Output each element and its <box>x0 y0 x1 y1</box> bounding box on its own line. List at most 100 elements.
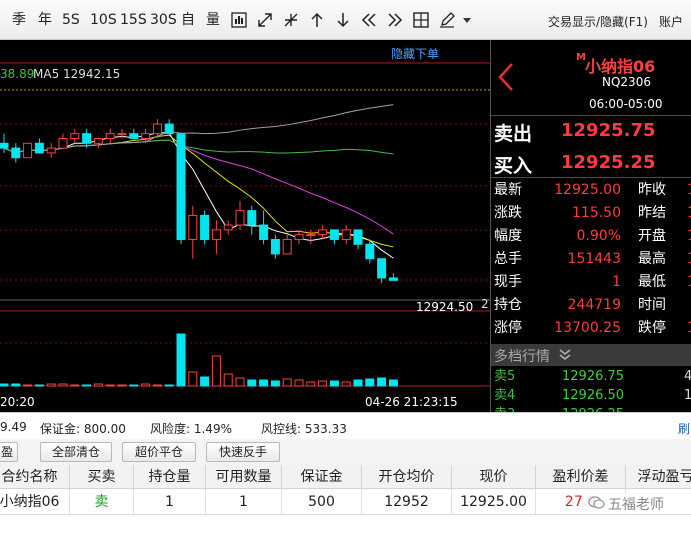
quote-row-label2: 最高 <box>638 251 666 267</box>
volume-bar <box>235 377 245 387</box>
shrink-icon[interactable] <box>282 11 300 29</box>
back-arrow-icon[interactable] <box>497 62 515 92</box>
arrow-down-icon[interactable] <box>334 11 352 29</box>
candle-up <box>282 238 292 255</box>
volume-bar <box>259 379 269 387</box>
trade-toggle-button[interactable]: 交易显示/隐藏(F1) <box>548 13 648 30</box>
quote-row-label2: 昨收 <box>638 182 666 198</box>
candle-up <box>23 142 33 159</box>
column-header[interactable]: 合约名称 <box>0 465 70 489</box>
depth-row-price: 12926.25 <box>562 405 624 412</box>
account-button[interactable]: 账户 <box>659 13 683 30</box>
candle-down <box>34 142 44 154</box>
column-header[interactable]: 持仓量 <box>134 465 206 489</box>
candle-up <box>93 137 103 144</box>
period-custom-button[interactable]: 自 <box>181 11 195 29</box>
quote-row: 涨停 13700.25 跌停 1 <box>491 317 691 340</box>
column-header[interactable]: 浮动盈亏 <box>626 465 691 489</box>
quote-row-value2: 1 <box>687 225 691 248</box>
column-header[interactable]: 开仓均价 <box>362 465 452 489</box>
column-header[interactable]: 保证金 <box>282 465 362 489</box>
column-header[interactable]: 现价 <box>452 465 536 489</box>
quote-row-label: 总手 <box>494 251 522 267</box>
column-header[interactable]: 可用数量 <box>206 465 282 489</box>
quote-divider <box>491 115 691 116</box>
volume-bar <box>294 379 304 387</box>
volume-bar <box>306 381 316 387</box>
volume-bar <box>211 355 221 387</box>
candle-down <box>377 258 387 279</box>
account-status-bar: 9.49 保证金: 800.00 风险度: 1.49% 风控线: 533.33 … <box>0 412 691 439</box>
volume-bar <box>152 384 162 387</box>
margin-label: 保证金: 800.00 <box>40 422 126 436</box>
quote-row-label: 涨停 <box>494 320 522 336</box>
depth-row[interactable]: 卖4 12926.50 1 <box>491 386 691 405</box>
positions-table: 合约名称 买卖 持仓量 可用数量 保证金 开仓均价 现价 盈利价差 浮动盈亏 小纳指06 卖 1 1 5… <box>0 465 691 535</box>
trading-window: 季 年 5S 10S 15S 30S 自 量 交易显示/隐藏(F1) 账户 隐藏… <box>0 0 691 535</box>
quote-row-label2: 昨结 <box>638 205 666 221</box>
buy-price[interactable]: 12925.25 <box>561 152 656 173</box>
candle-down <box>329 229 339 240</box>
candle-up <box>306 234 316 237</box>
action-button-bar: 盈 全部清仓 超价平仓 快速反手 <box>0 439 691 465</box>
candle-up <box>188 214 198 240</box>
double-chevron-down-icon <box>559 349 571 361</box>
volume-bar <box>270 380 280 387</box>
candle-up <box>223 224 233 231</box>
column-header[interactable]: 盈利价差 <box>536 465 626 489</box>
price-axis-partial: 2 <box>481 297 489 311</box>
kline-chart[interactable]: 隐藏下单 38.89 MA5 12942.15 12924.50 2 20:20… <box>0 40 490 412</box>
double-right-icon[interactable] <box>386 11 404 29</box>
pen-icon[interactable] <box>438 11 456 29</box>
quick-reverse-button[interactable]: 快速反手 <box>206 442 280 462</box>
period-season-button[interactable]: 季 <box>12 11 26 29</box>
depth-header[interactable]: 多档行情 <box>491 344 691 366</box>
sell-price[interactable]: 12925.75 <box>561 120 656 141</box>
volume-bar <box>353 379 363 387</box>
candle-up <box>46 147 56 154</box>
refresh-button[interactable]: 刷 <box>678 420 690 437</box>
volume-bar <box>0 383 9 387</box>
expand-icon[interactable] <box>256 11 274 29</box>
period-30s-button[interactable]: 30S <box>150 11 177 29</box>
period-10s-button[interactable]: 10S <box>90 11 117 29</box>
candle-down <box>129 133 139 139</box>
table-cell-name: 小纳指06 <box>0 489 70 515</box>
column-header[interactable]: 买卖 <box>70 465 134 489</box>
volume-button[interactable]: 量 <box>206 11 220 29</box>
period-5s-button[interactable]: 5S <box>62 11 80 29</box>
chart-frame-icon[interactable] <box>230 11 248 29</box>
arrow-up-icon[interactable] <box>308 11 326 29</box>
quote-row-value2: 1 <box>687 271 691 294</box>
quote-row: 涨跌 115.50 昨结 1 <box>491 202 691 225</box>
volume-bar <box>70 384 80 387</box>
depth-row-size: 4 <box>684 367 691 386</box>
period-year-button[interactable]: 年 <box>38 11 52 29</box>
quote-row-value2: 1 <box>687 317 691 340</box>
time-axis-right: 04-26 21:23:15 <box>365 395 458 409</box>
watermark-text: 五福老师 <box>608 497 664 513</box>
volume-bar <box>188 371 198 387</box>
quote-panel: M 小纳指06 NQ2306 06:00-05:00 卖出 12925.75 买… <box>490 40 691 412</box>
volume-bar <box>23 384 33 387</box>
depth-row[interactable]: 卖5 12926.75 4 <box>491 367 691 386</box>
trading-session: 06:00-05:00 <box>589 97 663 111</box>
quote-row-value: 1 <box>612 274 621 290</box>
profit-tab[interactable]: 盈 <box>0 442 18 462</box>
depth-row[interactable]: 卖3 12926.25 <box>491 405 691 412</box>
risk-control-label: 风控线: 533.33 <box>261 422 347 436</box>
dropdown-triangle-icon[interactable] <box>462 15 472 25</box>
period-15s-button[interactable]: 15S <box>120 11 147 29</box>
quote-row: 持仓 244719 时间 <box>491 294 691 317</box>
double-left-icon[interactable] <box>360 11 378 29</box>
quote-row-label2: 最低 <box>638 274 666 290</box>
over-price-close-button[interactable]: 超价平仓 <box>122 442 196 462</box>
candlestick-series <box>0 119 398 283</box>
ma-value-partial: 38.89 <box>0 67 35 81</box>
close-all-button[interactable]: 全部清仓 <box>40 442 112 462</box>
volume-bar <box>82 384 92 387</box>
table-cell-available: 1 <box>206 489 282 515</box>
quote-row-value: 151443 <box>567 251 621 267</box>
grid-icon[interactable] <box>412 11 430 29</box>
hide-order-link[interactable]: 隐藏下单 <box>391 45 439 62</box>
